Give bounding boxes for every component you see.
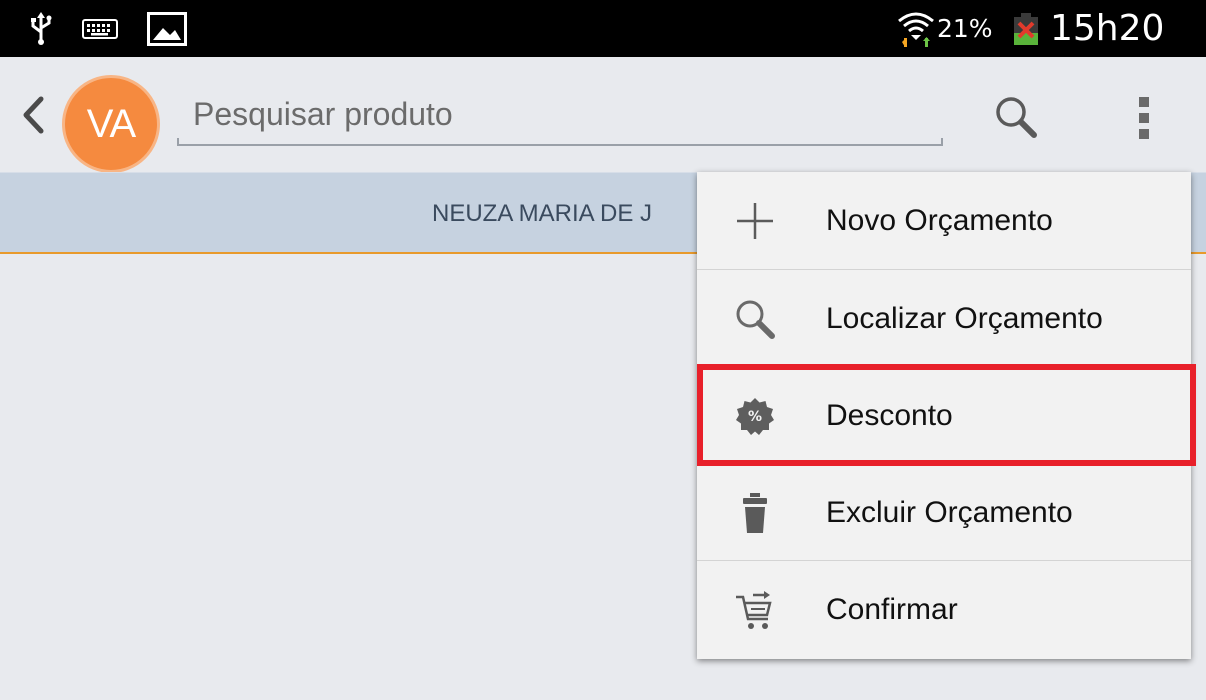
cart-icon bbox=[727, 561, 783, 658]
avatar[interactable]: VA bbox=[62, 75, 160, 173]
search-icon bbox=[727, 270, 783, 367]
menu-item-label: Novo Orçamento bbox=[826, 204, 1053, 237]
keyboard-icon bbox=[82, 0, 118, 57]
menu-item-confirmar[interactable]: Confirmar bbox=[697, 560, 1191, 657]
trash-icon bbox=[727, 464, 783, 561]
menu-item-desconto[interactable]: % Desconto bbox=[697, 366, 1191, 463]
action-bar: VA bbox=[0, 57, 1206, 173]
menu-item-novo-orcamento[interactable]: Novo Orçamento bbox=[697, 172, 1191, 269]
wifi-icon bbox=[897, 0, 935, 57]
menu-item-localizar-orcamento[interactable]: Localizar Orçamento bbox=[697, 269, 1191, 366]
image-icon bbox=[147, 0, 187, 57]
menu-item-label: Localizar Orçamento bbox=[826, 302, 1103, 335]
menu-item-label: Excluir Orçamento bbox=[826, 496, 1073, 529]
status-bar: 21% 15h20 bbox=[0, 0, 1206, 57]
svg-text:%: % bbox=[748, 409, 762, 425]
client-name: NEUZA MARIA DE J bbox=[432, 200, 653, 227]
menu-item-label: Confirmar bbox=[826, 593, 958, 626]
overflow-popup-menu: Novo Orçamento Localizar Orçamento % Des… bbox=[697, 172, 1191, 659]
usb-icon bbox=[30, 0, 52, 57]
menu-item-excluir-orcamento[interactable]: Excluir Orçamento bbox=[697, 463, 1191, 560]
clock: 15h20 bbox=[1050, 8, 1165, 49]
search-input[interactable] bbox=[177, 87, 943, 141]
search-icon[interactable] bbox=[986, 87, 1046, 147]
plus-icon bbox=[727, 172, 783, 269]
back-chevron-icon[interactable] bbox=[20, 95, 46, 135]
battery-charging-icon bbox=[1012, 0, 1040, 57]
menu-item-label: Desconto bbox=[826, 399, 953, 432]
search-underline bbox=[177, 138, 943, 146]
discount-badge-icon: % bbox=[727, 367, 783, 464]
battery-percent: 21% bbox=[937, 14, 993, 43]
overflow-menu-icon[interactable] bbox=[1122, 87, 1166, 149]
